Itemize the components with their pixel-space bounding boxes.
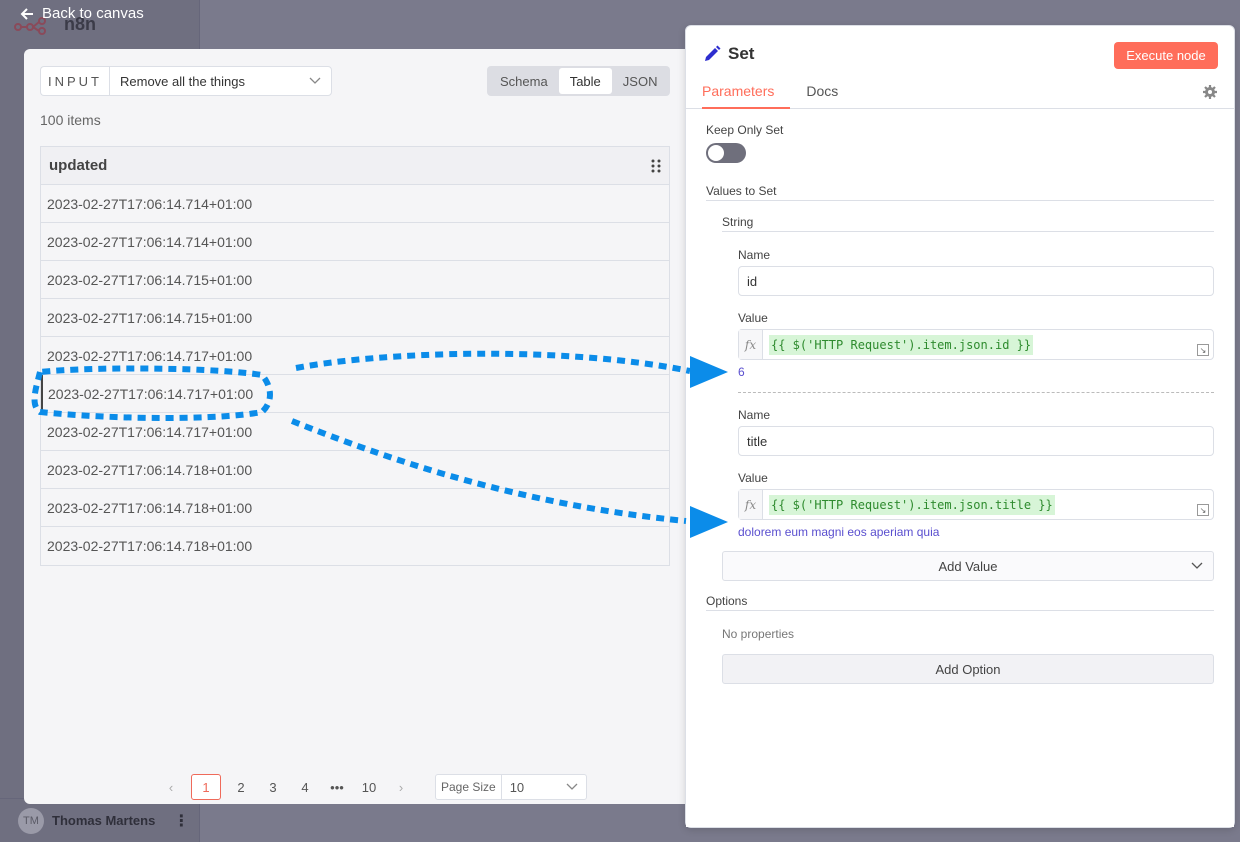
- page-10[interactable]: 10: [357, 774, 381, 800]
- divider: [722, 231, 1214, 232]
- keep-only-set-toggle[interactable]: [706, 143, 746, 163]
- tab-parameters[interactable]: Parameters: [702, 78, 791, 109]
- node-header: Set: [702, 44, 754, 64]
- expand-icon[interactable]: ↘: [1197, 504, 1209, 516]
- table-row[interactable]: 2023-02-27T17:06:14.714+01:00: [41, 185, 669, 223]
- table-row[interactable]: 2023-02-27T17:06:14.715+01:00: [41, 299, 669, 337]
- name-field[interactable]: title: [738, 426, 1214, 456]
- page-size-label: Page Size: [436, 775, 502, 799]
- items-count: 100 items: [40, 112, 101, 128]
- string-label: String: [722, 215, 754, 229]
- tab-schema[interactable]: Schema: [489, 68, 559, 94]
- page-size-value: 10: [509, 779, 525, 795]
- page-4[interactable]: 4: [293, 774, 317, 800]
- no-properties-text: No properties: [722, 627, 795, 641]
- parameters-body: Keep Only Set Values to Set String Name …: [686, 109, 1234, 827]
- tab-json[interactable]: JSON: [612, 68, 669, 94]
- table-row[interactable]: 2023-02-27T17:06:14.718+01:00: [41, 527, 669, 565]
- name-label: Name: [738, 408, 771, 422]
- user-menu[interactable]: TM Thomas Martens ⋮: [0, 798, 200, 842]
- table-row[interactable]: 2023-02-27T17:06:14.718+01:00: [41, 451, 669, 489]
- expression-code: {{ $('HTTP Request').item.json.title }}: [769, 495, 1055, 515]
- value-label: Value: [738, 311, 768, 325]
- table-row[interactable]: 2023-02-27T17:06:14.717+01:00: [41, 375, 669, 413]
- table-row[interactable]: 2023-02-27T17:06:14.715+01:00: [41, 261, 669, 299]
- execute-node-button[interactable]: Execute node: [1114, 42, 1218, 69]
- more-vertical-icon[interactable]: ⋮: [173, 811, 189, 831]
- entry-divider: [738, 392, 1214, 393]
- fx-icon: fx: [739, 490, 763, 519]
- table-row[interactable]: 2023-02-27T17:06:14.714+01:00: [41, 223, 669, 261]
- page-ellipsis[interactable]: •••: [325, 774, 349, 800]
- divider: [706, 610, 1214, 611]
- column-header-label: updated: [49, 157, 108, 174]
- input-node-select-value: Remove all the things: [120, 73, 246, 89]
- tab-docs[interactable]: Docs: [806, 78, 838, 109]
- pencil-icon: [705, 45, 721, 61]
- arrow-left-icon: [20, 7, 33, 20]
- view-toggle: Schema Table JSON: [487, 66, 671, 96]
- chevron-down-icon: [309, 77, 321, 84]
- column-header[interactable]: updated: [41, 147, 669, 185]
- input-panel: INPUT Remove all the things Schema Table…: [24, 49, 714, 804]
- add-option-button[interactable]: Add Option: [722, 654, 1214, 684]
- node-tabs: Parameters Docs: [686, 78, 1234, 109]
- add-value-button[interactable]: Add Value: [722, 551, 1214, 581]
- expression-result: dolorem eum magni eos aperiam quia: [738, 525, 940, 539]
- gear-icon[interactable]: [1202, 84, 1218, 100]
- add-value-label: Add Value: [938, 558, 998, 574]
- page-size-value-wrap: 10: [502, 775, 586, 799]
- input-header: INPUT Remove all the things: [40, 66, 332, 96]
- name-label: Name: [738, 248, 771, 262]
- data-table: updated 2023-02-27T17:06:14.714+01:00 20…: [40, 146, 670, 566]
- input-label: INPUT: [40, 66, 109, 96]
- value-label: Value: [738, 471, 768, 485]
- chevron-down-icon: [566, 783, 578, 790]
- table-row[interactable]: 2023-02-27T17:06:14.717+01:00: [41, 337, 669, 375]
- avatar: TM: [18, 807, 44, 834]
- page-1[interactable]: 1: [191, 774, 221, 800]
- page-2[interactable]: 2: [229, 774, 253, 800]
- fx-icon: fx: [739, 330, 763, 359]
- input-node-select[interactable]: Remove all the things: [109, 66, 332, 96]
- user-name: Thomas Martens: [52, 813, 156, 828]
- table-row[interactable]: 2023-02-27T17:06:14.718+01:00: [41, 489, 669, 527]
- expression-result: 6: [738, 365, 745, 379]
- value-expression-field[interactable]: fx {{ $('HTTP Request').item.json.id }} …: [738, 329, 1214, 360]
- prev-page-icon[interactable]: ‹: [159, 774, 183, 800]
- page-size-select[interactable]: Page Size 10: [435, 774, 587, 800]
- back-to-canvas-label: Back to canvas: [42, 5, 144, 22]
- divider: [706, 200, 1214, 201]
- tab-table[interactable]: Table: [558, 68, 612, 94]
- pagination: ‹ 1 2 3 4 ••• 10 › Page Size 10: [159, 774, 587, 800]
- expression-code: {{ $('HTTP Request').item.json.id }}: [769, 335, 1034, 355]
- value-expression-field[interactable]: fx {{ $('HTTP Request').item.json.title …: [738, 489, 1214, 520]
- next-page-icon[interactable]: ›: [389, 774, 413, 800]
- back-to-canvas-link[interactable]: Back to canvas: [20, 5, 144, 22]
- options-label: Options: [706, 594, 748, 608]
- values-to-set-label: Values to Set: [706, 184, 777, 198]
- chevron-down-icon: [1191, 562, 1203, 569]
- table-row[interactable]: 2023-02-27T17:06:14.717+01:00: [41, 413, 669, 451]
- node-parameters-panel: Set Execute node Parameters Docs Keep On…: [685, 25, 1235, 828]
- node-title[interactable]: Set: [728, 44, 754, 64]
- page-3[interactable]: 3: [261, 774, 285, 800]
- name-field[interactable]: id: [738, 266, 1214, 296]
- expand-icon[interactable]: ↘: [1197, 344, 1209, 356]
- drag-handle-icon[interactable]: [651, 159, 661, 173]
- keep-only-set-label: Keep Only Set: [706, 123, 784, 137]
